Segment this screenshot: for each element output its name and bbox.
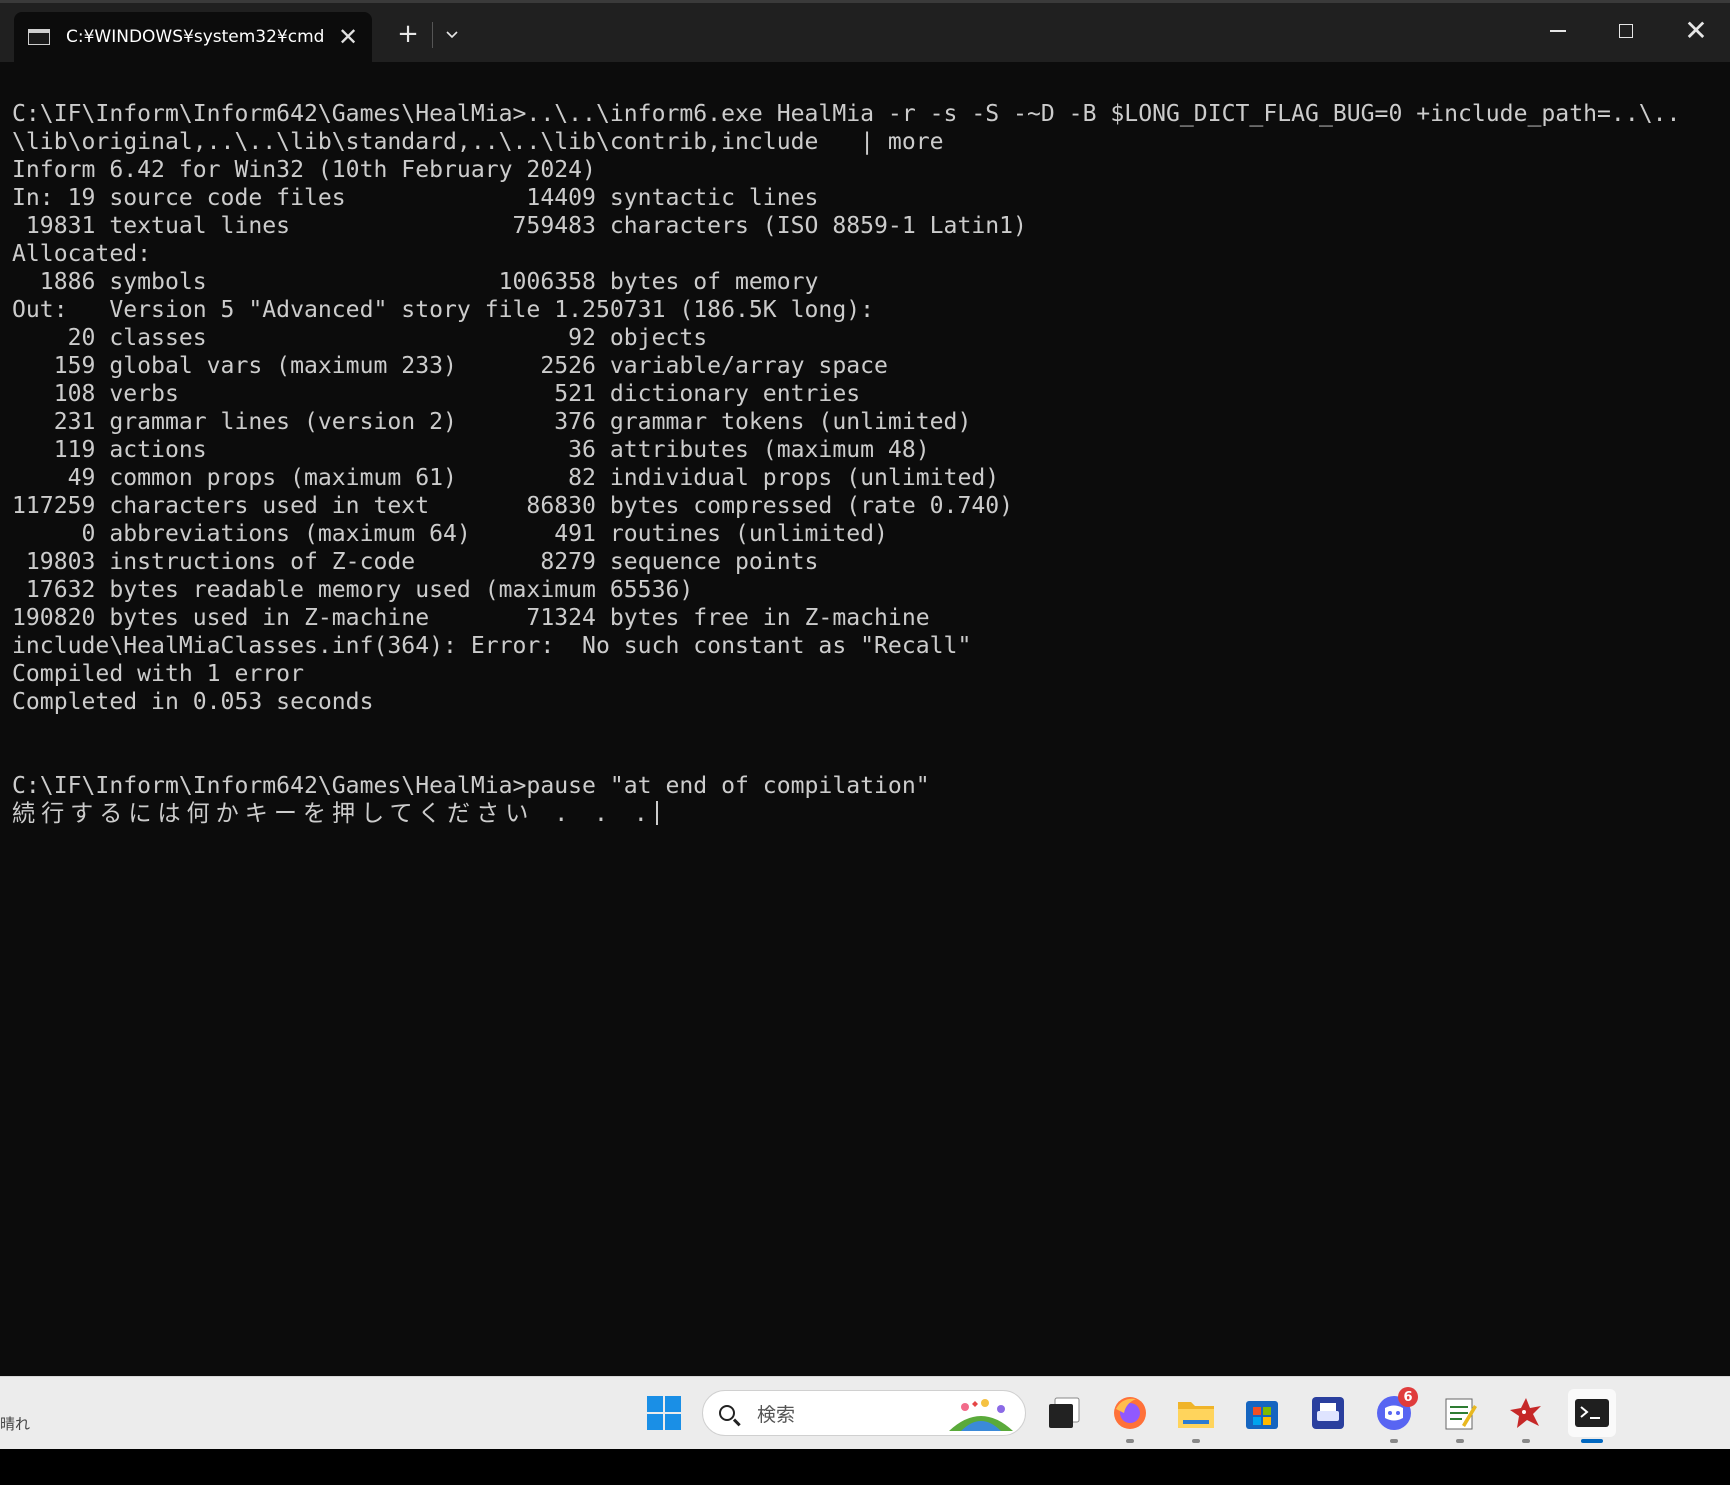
terminal-line: 0 abbreviations (maximum 64) 491 routine… [12,521,888,547]
terminal-line: Out: Version 5 "Advanced" story file 1.2… [12,297,875,323]
printer-app-button[interactable] [1304,1389,1352,1437]
windows-logo-icon [647,1396,681,1430]
terminal-line: 17632 bytes readable memory used (maximu… [12,577,694,603]
terminal-line: 119 actions 36 attributes (maximum 48) [12,437,930,463]
running-indicator [1126,1439,1134,1443]
terminal-icon [1575,1399,1609,1427]
store-icon [1246,1401,1278,1429]
terminal-line: 108 verbs 521 dictionary entries [12,381,861,407]
console-icon [28,29,50,45]
discord-button[interactable]: 6 [1370,1387,1418,1443]
close-button[interactable]: ✕ [1662,0,1730,62]
terminal-output[interactable]: C:\IF\Inform\Inform642\Games\HealMia>..\… [12,100,1722,828]
terminal-prompt-line: 続行するには何かキーを押してください . . . [12,800,1722,828]
notification-badge: 6 [1398,1387,1418,1407]
prompt-text: 続行するには何かキーを押してください . . . [12,801,654,827]
tab-cmd[interactable]: C:¥WINDOWS¥system32¥cmd ✕ [14,12,372,62]
search-icon [719,1405,735,1421]
tab-dropdown-button[interactable] [432,14,472,54]
file-explorer-button[interactable] [1172,1389,1220,1443]
running-indicator [1456,1439,1464,1443]
close-icon: ✕ [1684,14,1708,47]
tab-title: C:¥WINDOWS¥system32¥cmd [66,27,325,47]
terminal-line: \lib\original,..\..\lib\standard,..\..\l… [12,129,944,155]
text-editor-button[interactable] [1436,1389,1484,1443]
search-highlight-art-icon [949,1399,1013,1431]
firefox-icon [1114,1397,1146,1429]
chevron-down-icon [446,31,458,39]
terminal-line: Completed in 0.053 seconds [12,689,374,715]
task-view-icon [1049,1397,1080,1428]
terminal-line: In: 19 source code files 14409 syntactic… [12,185,819,211]
minimize-button[interactable] [1524,0,1592,62]
plus-icon: + [397,19,419,49]
terminal-line: 19831 textual lines 759483 characters (I… [12,213,1027,239]
terminal-line: 117259 characters used in text 86830 byt… [12,493,1014,519]
taskbar: 晴れ 検索 6 [0,1376,1730,1449]
terminal-line: 190820 bytes used in Z-machine 71324 byt… [12,605,930,631]
terminal-line: 49 common props (maximum 61) 82 individu… [12,465,1000,491]
task-view-button[interactable] [1040,1389,1088,1437]
terminal-line: C:\IF\Inform\Inform642\Games\HealMia>..\… [12,101,1681,127]
terminal-line: 20 classes 92 objects [12,325,708,351]
text-cursor [655,801,658,825]
tab-close-icon[interactable]: ✕ [330,19,366,55]
store-button[interactable] [1238,1389,1286,1437]
running-indicator [1192,1439,1200,1443]
notepad-icon [1445,1398,1477,1430]
start-button[interactable] [640,1389,688,1437]
new-tab-button[interactable]: + [388,14,428,54]
maximize-button[interactable] [1592,0,1660,62]
minimize-icon [1550,30,1566,32]
search-box[interactable]: 検索 [702,1390,1026,1436]
terminal-line: C:\IF\Inform\Inform642\Games\HealMia>pau… [12,773,930,799]
terminal-line: Compiled with 1 error [12,661,304,687]
game-app-button[interactable] [1502,1389,1550,1443]
red-creature-icon [1510,1398,1541,1428]
terminal-line: 159 global vars (maximum 233) 2526 varia… [12,353,888,379]
title-bar: C:¥WINDOWS¥system32¥cmd ✕ + ✕ [0,0,1730,62]
weather-widget[interactable]: 晴れ [0,1413,30,1434]
terminal-line: Allocated: [12,241,152,267]
terminal-window: C:¥WINDOWS¥system32¥cmd ✕ + ✕ C:\IF\Info… [0,0,1730,1376]
terminal-line: Inform 6.42 for Win32 (10th February 202… [12,157,596,183]
terminal-line: include\HealMiaClasses.inf(364): Error: … [12,633,972,659]
firefox-button[interactable] [1106,1389,1154,1443]
terminal-line: 19803 instructions of Z-code 8279 sequen… [12,549,819,575]
folder-icon [1178,1402,1214,1428]
active-indicator [1581,1439,1603,1443]
running-indicator [1390,1439,1398,1443]
running-indicator [1522,1439,1530,1443]
terminal-button[interactable] [1568,1389,1616,1443]
maximize-icon [1619,24,1633,38]
terminal-line: 1886 symbols 1006358 bytes of memory [12,269,819,295]
printer-icon [1312,1397,1344,1429]
terminal-line: 231 grammar lines (version 2) 376 gramma… [12,409,972,435]
search-placeholder: 検索 [757,1403,796,1426]
